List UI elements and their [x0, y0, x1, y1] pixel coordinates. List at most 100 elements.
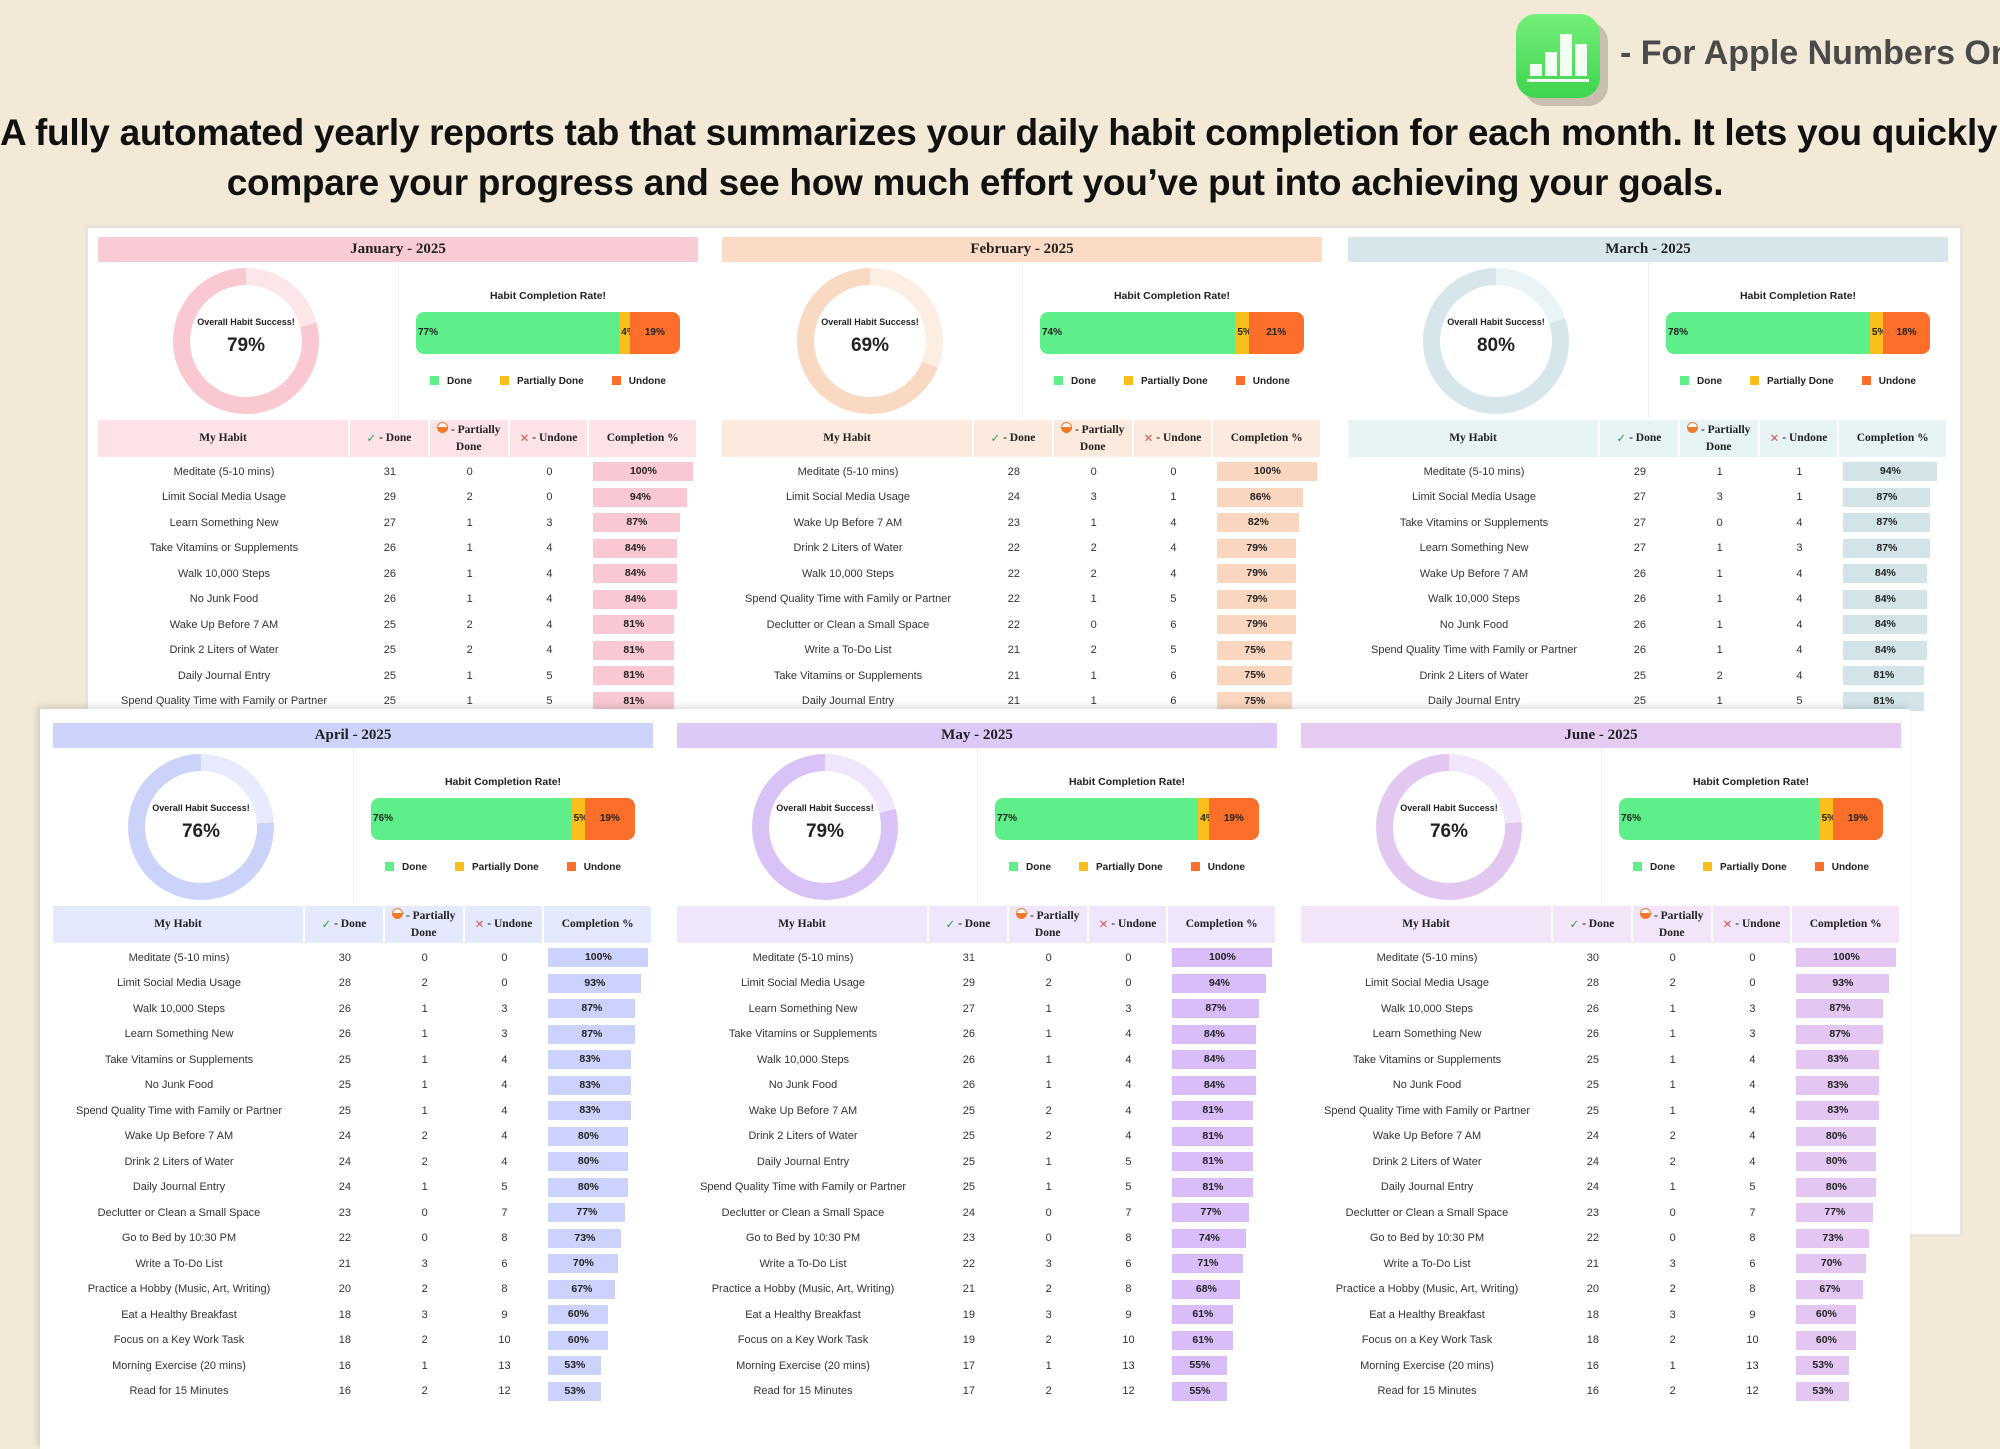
legend-label-undone: Undone	[628, 376, 666, 387]
partial-count: 1	[466, 593, 473, 606]
undone-count: 4	[1796, 644, 1803, 657]
completion-rate-bar: 78% 5% 18%	[1666, 312, 1930, 354]
done-count: 29	[1633, 465, 1647, 478]
completion-bar: 100%	[1172, 948, 1273, 968]
undone-count: 8	[1125, 1232, 1132, 1245]
habit-name: Spend Quality Time with Family or Partne…	[1370, 644, 1578, 657]
habit-name: Daily Journal Entry	[756, 1155, 850, 1168]
undone-count: 3	[1796, 542, 1803, 555]
completion-cell: 61%	[1168, 1305, 1277, 1325]
overall-success-label: Overall Habit Success!	[1400, 803, 1498, 813]
habit-name: Limit Social Media Usage	[1364, 977, 1490, 990]
done-count: 26	[338, 1002, 352, 1015]
table-row: Walk 10,000 Steps 26 1 4 84%	[677, 1047, 1277, 1073]
completion-cell: 80%	[544, 1152, 653, 1172]
completion-bar: 81%	[1172, 1177, 1254, 1197]
column-label: My Habit	[1449, 432, 1497, 445]
completion-bar: 79%	[1217, 564, 1297, 584]
completion-bar: 70%	[548, 1254, 619, 1274]
half-circle-icon	[436, 422, 448, 434]
completion-cell: 53%	[544, 1356, 653, 1376]
done-count: 25	[1633, 695, 1647, 708]
column-label-wrap: - Partially Done	[1680, 422, 1758, 454]
done-count: 25	[383, 695, 397, 708]
completion-cell: 79%	[1213, 589, 1322, 609]
completion-bar: 81%	[593, 640, 675, 660]
undone-count: 5	[1125, 1181, 1132, 1194]
legend-label-partial: Partially Done	[1767, 376, 1834, 387]
table-row: Go to Bed by 10:30 PM 22 0 8 73%	[53, 1226, 653, 1252]
habit-name: Daily Journal Entry	[177, 669, 271, 682]
completion-bar: 84%	[593, 589, 678, 609]
undone-count: 8	[1749, 1283, 1756, 1296]
legend-swatch-partial	[1079, 862, 1089, 871]
legend-item-partial: Partially Done	[1079, 862, 1163, 873]
partial-count: 2	[1045, 1130, 1052, 1143]
report-sheet-q2: April - 2025 Overall Habit Success! 76% Hab…	[40, 709, 1910, 1449]
table-row: Morning Exercise (20 mins) 17 1 13 55%	[677, 1353, 1277, 1379]
legend-label-done: Done	[1071, 376, 1096, 387]
completion-bar: 81%	[1843, 691, 1925, 711]
partial-count: 2	[1669, 977, 1676, 990]
completion-cell: 83%	[1792, 1075, 1901, 1095]
done-count: 27	[1633, 542, 1647, 555]
undone-segment: 18%	[1882, 312, 1930, 354]
undone-count: 4	[1170, 567, 1177, 580]
completion-bar: 87%	[548, 1024, 636, 1044]
habit-name: Walk 10,000 Steps	[1428, 593, 1520, 606]
half-circle-icon	[1639, 908, 1651, 920]
undone-count: 9	[1749, 1308, 1756, 1321]
completion-cell: 77%	[1792, 1203, 1901, 1223]
completion-cell: 75%	[1213, 666, 1322, 686]
completion-bar: 83%	[548, 1101, 632, 1121]
completion-bar: 77%	[548, 1203, 626, 1223]
table-row: Walk 10,000 Steps 22 2 4 79%	[722, 561, 1322, 587]
table-row: Spend Quality Time with Family or Partne…	[677, 1175, 1277, 1201]
completion-cell: 80%	[1792, 1177, 1901, 1197]
overall-success-label: Overall Habit Success!	[197, 317, 295, 327]
legend-item-done: Done	[385, 862, 427, 873]
done-count: 29	[962, 977, 976, 990]
completion-cell: 81%	[1168, 1101, 1277, 1121]
completion-bar: 94%	[593, 487, 688, 507]
undone-count: 8	[501, 1283, 508, 1296]
check-icon: ✓	[321, 917, 332, 932]
done-count: 18	[338, 1308, 352, 1321]
habit-name: Go to Bed by 10:30 PM	[121, 1232, 237, 1245]
habit-name: Morning Exercise (20 mins)	[1360, 1359, 1494, 1372]
undone-segment: 19%	[1832, 798, 1883, 840]
done-count: 22	[1007, 542, 1021, 555]
table-row: No Junk Food 26 1 4 84%	[677, 1073, 1277, 1099]
undone-segment-label: 19%	[644, 327, 665, 338]
column-my-habit: My Habit	[53, 906, 305, 943]
habit-name: No Junk Food	[144, 1079, 214, 1092]
table-row: Drink 2 Liters of Water 25 2 4 81%	[98, 638, 698, 664]
column-label: Completion %	[1230, 432, 1303, 445]
completion-cell: 93%	[544, 973, 653, 993]
partial-count: 2	[1090, 542, 1097, 555]
done-count: 24	[1586, 1155, 1600, 1168]
table-row: Limit Social Media Usage 28 2 0 93%	[1301, 971, 1901, 997]
table-row: Take Vitamins or Supplements 25 1 4 83%	[53, 1047, 653, 1073]
table-row: Wake Up Before 7 AM 24 2 4 80%	[53, 1124, 653, 1150]
habit-name: Declutter or Clean a Small Space	[721, 1206, 885, 1219]
undone-count: 12	[1746, 1385, 1759, 1398]
habit-name: Declutter or Clean a Small Space	[1345, 1206, 1509, 1219]
undone-count: 13	[498, 1359, 511, 1372]
month-title: June - 2025	[1301, 723, 1901, 748]
legend-swatch-undone	[611, 376, 621, 385]
column-undone: ✕ - Undone	[1759, 420, 1840, 457]
tagline: - For Apple Numbers Only	[1620, 34, 2000, 72]
completion-cell: 100%	[1792, 948, 1901, 968]
partial-count: 2	[421, 1385, 428, 1398]
table-row: Declutter or Clean a Small Space 23 0 7 77%	[53, 1200, 653, 1226]
habit-name: Wake Up Before 7 AM	[124, 1130, 234, 1143]
partial-count: 0	[1045, 951, 1052, 964]
habit-name: Wake Up Before 7 AM	[1372, 1130, 1482, 1143]
completion-cell: 75%	[1213, 691, 1322, 711]
undone-count: 8	[1749, 1232, 1756, 1245]
partial-count: 1	[1090, 669, 1097, 682]
partial-count: 1	[421, 1002, 428, 1015]
done-count: 23	[1586, 1206, 1600, 1219]
completion-rate-bar: 77% 4% 19%	[995, 798, 1259, 840]
